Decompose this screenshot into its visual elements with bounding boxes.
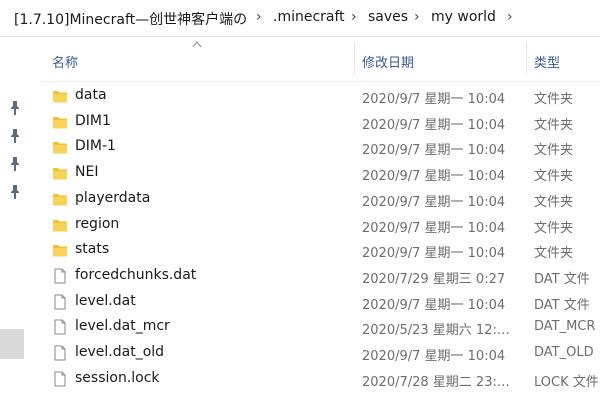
chevron-right-icon[interactable]: ›: [507, 9, 513, 25]
column-modified[interactable]: 修改日期: [362, 52, 414, 71]
file-modified: 2020/9/7 星期一 10:04: [362, 143, 506, 159]
file-type: DAT_OLD: [534, 345, 594, 360]
address-bar[interactable]: [1.7.10]Minecraft—创世神客户端の › .minecraft ›…: [0, 0, 600, 37]
file-row[interactable]: region 2020/9/7 星期一 10:04 文件夹: [40, 213, 600, 239]
file-type: DAT 文件: [534, 297, 590, 313]
file-name[interactable]: DIM-1: [75, 138, 116, 154]
file-row[interactable]: NEI 2020/9/7 星期一 10:04 文件夹: [40, 161, 600, 187]
file-row[interactable]: session.lock 2020/7/28 星期二 23:… LOCK 文件: [40, 367, 600, 393]
file-type: DAT_MCR: [534, 319, 596, 335]
file-type: DAT 文件: [534, 271, 590, 287]
file-type: LOCK 文件: [534, 374, 599, 390]
navigation-pane[interactable]: [0, 37, 30, 400]
file-modified: 2020/9/7 星期一 10:04: [362, 246, 506, 262]
file-icon: [54, 371, 66, 387]
chevron-right-icon[interactable]: ›: [256, 9, 262, 25]
file-name[interactable]: level.dat_old: [75, 344, 164, 360]
file-type: 文件夹: [534, 169, 574, 185]
file-name[interactable]: session.lock: [75, 370, 160, 386]
breadcrumb-my-world[interactable]: my world: [431, 9, 496, 25]
file-modified: 2020/9/7 星期一 10:04: [362, 194, 506, 210]
file-modified: 2020/9/7 星期一 10:04: [362, 117, 506, 133]
file-name[interactable]: level.dat: [75, 293, 136, 309]
file-row[interactable]: stats 2020/9/7 星期一 10:04 文件夹: [40, 238, 600, 264]
column-header: [40, 37, 600, 82]
file-modified: 2020/7/28 星期二 23:…: [362, 374, 510, 390]
file-modified: 2020/9/7 星期一 10:04: [362, 92, 506, 107]
folder-icon: [53, 219, 67, 231]
breadcrumb-saves[interactable]: saves: [368, 9, 408, 25]
chevron-right-icon[interactable]: ›: [414, 9, 420, 25]
folder-icon: [53, 245, 67, 257]
file-name[interactable]: forcedchunks.dat: [75, 267, 196, 283]
column-divider[interactable]: [354, 42, 355, 74]
chevron-right-icon[interactable]: ›: [351, 9, 357, 25]
nav-selected-item[interactable]: [0, 329, 24, 359]
file-name[interactable]: stats: [75, 241, 109, 257]
column-name[interactable]: 名称: [52, 52, 78, 71]
file-name[interactable]: region: [75, 216, 119, 232]
file-type: 文件夹: [534, 194, 574, 210]
pin-icon[interactable]: [9, 129, 21, 143]
column-divider[interactable]: [526, 42, 527, 74]
file-modified: 2020/5/23 星期六 12:…: [362, 323, 510, 339]
folder-icon: [53, 193, 67, 206]
file-name[interactable]: playerdata: [75, 190, 150, 206]
file-modified: 2020/9/7 星期一 10:04: [362, 220, 506, 236]
file-type: 文件夹: [534, 220, 574, 236]
file-icon: [54, 319, 66, 335]
file-name[interactable]: NEI: [75, 164, 98, 180]
column-type[interactable]: 类型: [534, 52, 560, 71]
file-modified: 2020/7/29 星期三 0:27: [362, 271, 506, 287]
file-name[interactable]: data: [75, 87, 107, 103]
folder-icon: [53, 91, 67, 103]
file-name[interactable]: level.dat_mcr: [75, 318, 170, 334]
file-type: 文件夹: [534, 143, 574, 159]
file-row[interactable]: playerdata 2020/9/7 星期一 10:04 文件夹: [40, 187, 600, 213]
breadcrumb-root[interactable]: [1.7.10]Minecraft—创世神客户端の: [14, 9, 247, 29]
file-name[interactable]: DIM1: [75, 113, 111, 129]
file-row[interactable]: DIM1 2020/9/7 星期一 10:04 文件夹: [40, 110, 600, 136]
folder-icon: [53, 142, 67, 154]
file-row[interactable]: level.dat 2020/9/7 星期一 10:04 DAT 文件: [40, 290, 600, 316]
folder-icon: [53, 116, 67, 129]
file-type: 文件夹: [534, 92, 574, 107]
sort-up-icon: [192, 41, 202, 48]
file-row[interactable]: level.dat_old 2020/9/7 星期一 10:04 DAT_OLD: [40, 341, 600, 367]
file-modified: 2020/9/7 星期一 10:04: [362, 297, 506, 313]
pin-icon[interactable]: [9, 101, 21, 115]
file-type: 文件夹: [534, 117, 574, 133]
file-row[interactable]: data 2020/9/7 星期一 10:04 文件夹: [40, 84, 600, 110]
file-modified: 2020/9/7 星期一 10:04: [362, 169, 506, 185]
file-modified: 2020/9/7 星期一 10:04: [362, 349, 506, 364]
pin-icon[interactable]: [9, 185, 21, 199]
pin-icon[interactable]: [9, 157, 21, 171]
file-icon: [54, 268, 66, 284]
breadcrumb-minecraft[interactable]: .minecraft: [273, 9, 345, 25]
file-type: 文件夹: [534, 246, 574, 262]
file-row[interactable]: level.dat_mcr 2020/5/23 星期六 12:… DAT_MCR: [40, 315, 600, 341]
file-icon: [54, 294, 66, 310]
file-row[interactable]: DIM-1 2020/9/7 星期一 10:04 文件夹: [40, 135, 600, 161]
folder-icon: [53, 168, 67, 180]
file-row[interactable]: forcedchunks.dat 2020/7/29 星期三 0:27 DAT 文件: [40, 264, 600, 290]
file-icon: [54, 345, 66, 361]
